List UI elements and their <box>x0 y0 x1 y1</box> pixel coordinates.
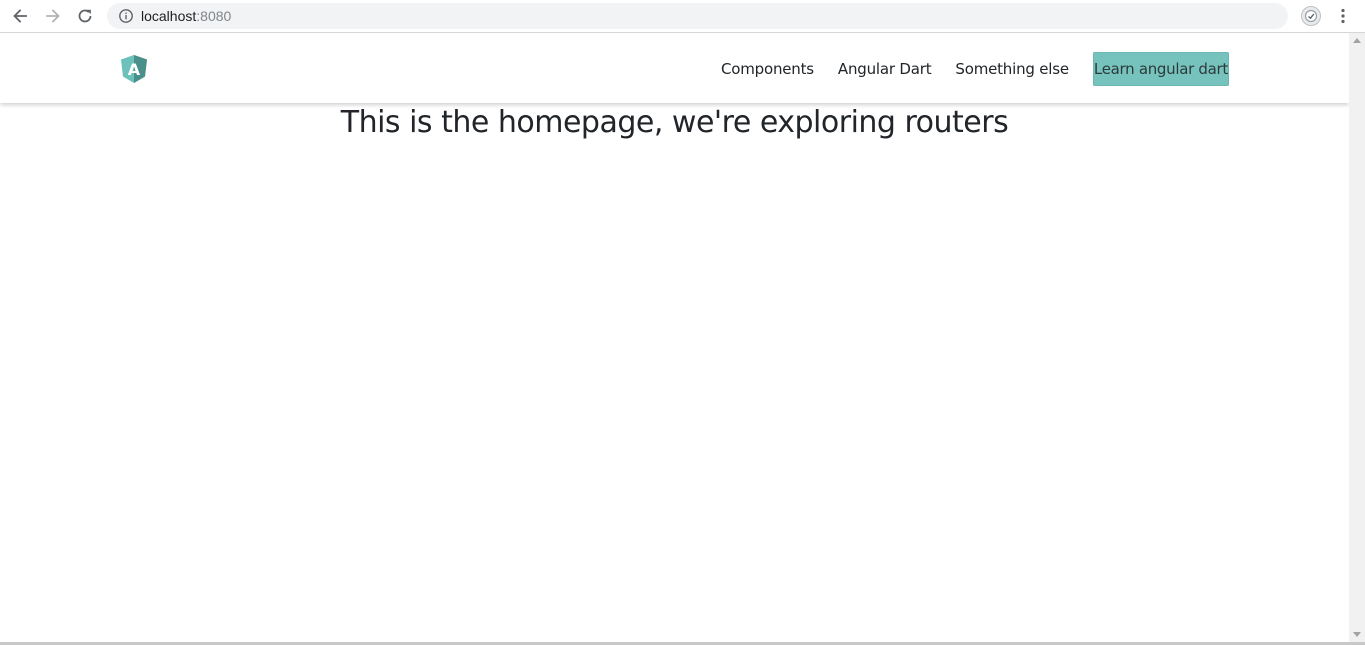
nav-link-something-else[interactable]: Something else <box>955 60 1069 78</box>
page-title: This is the homepage, we're exploring ro… <box>340 105 1009 140</box>
info-icon[interactable] <box>118 8 134 24</box>
back-button[interactable] <box>8 4 32 28</box>
vertical-scrollbar[interactable] <box>1349 33 1365 642</box>
reload-button[interactable] <box>73 4 97 28</box>
url-port: :8080 <box>196 8 232 24</box>
url-host: localhost <box>141 8 197 24</box>
scroll-down-arrow-icon[interactable] <box>1353 632 1361 637</box>
page-viewport: A Components Angular Dart Something else… <box>0 33 1349 642</box>
extension-icon[interactable] <box>1300 5 1322 27</box>
reload-icon <box>78 9 92 23</box>
forward-arrow-icon <box>46 9 60 23</box>
learn-angular-dart-button[interactable]: Learn angular dart <box>1092 52 1229 86</box>
site-navbar: A Components Angular Dart Something else… <box>0 33 1349 103</box>
nav-link-angular-dart[interactable]: Angular Dart <box>838 60 932 78</box>
browser-toolbar: localhost:8080 <box>0 0 1365 33</box>
address-bar[interactable]: localhost:8080 <box>107 3 1288 29</box>
url-text[interactable]: localhost:8080 <box>141 7 231 25</box>
kebab-menu-icon[interactable] <box>1333 6 1353 26</box>
nav-link-components[interactable]: Components <box>721 60 814 78</box>
logo-letter: A <box>128 60 141 79</box>
back-arrow-icon <box>13 9 27 23</box>
nav-links: Components Angular Dart Something else L… <box>697 52 1229 86</box>
angular-logo-icon[interactable]: A <box>119 54 149 84</box>
scroll-up-arrow-icon[interactable] <box>1353 38 1361 43</box>
forward-button[interactable] <box>41 4 65 28</box>
